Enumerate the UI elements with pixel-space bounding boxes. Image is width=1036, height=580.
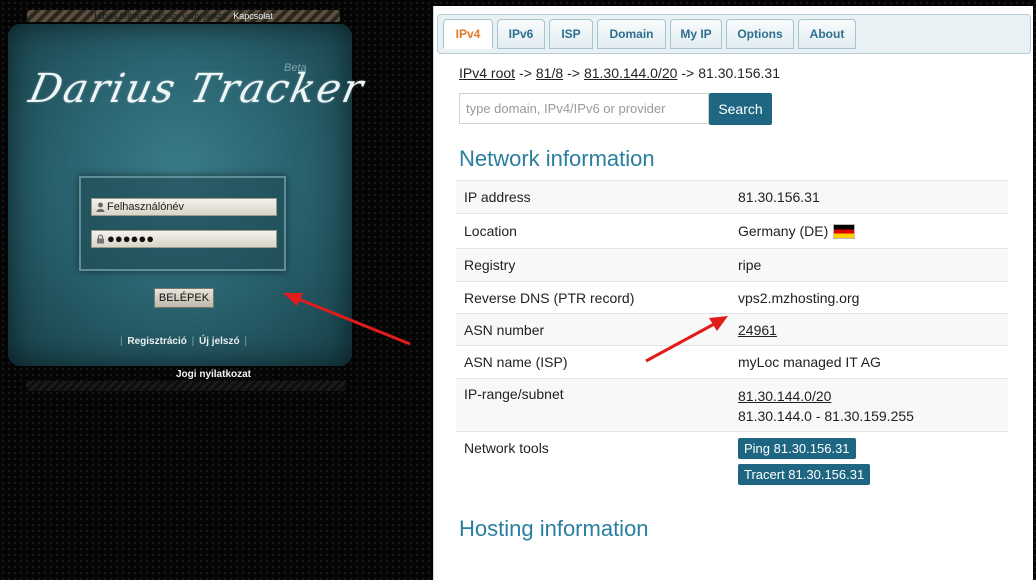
tab-ipv6[interactable]: IPv6 — [497, 19, 545, 49]
contact-link[interactable]: Kapcsolat — [233, 11, 273, 21]
breadcrumb-subnet[interactable]: 81.30.144.0/20 — [584, 65, 677, 81]
tracert-button[interactable]: Tracert 81.30.156.31 — [738, 464, 871, 485]
network-info-table: IP address 81.30.156.31 Location Germany… — [456, 180, 1008, 494]
login-top-strip: Hibás felhasználónév vagy jelszó Kapcsol… — [27, 10, 340, 22]
register-link[interactable]: Regisztráció — [127, 336, 186, 347]
table-row: Network tools Ping 81.30.156.31 Tracert … — [456, 431, 1008, 494]
user-icon — [95, 202, 105, 213]
breadcrumb-ipv4-root[interactable]: IPv4 root — [459, 65, 515, 81]
login-button[interactable]: BELÉPEK — [154, 288, 214, 308]
table-row: Location Germany (DE) — [456, 213, 1008, 249]
row-label: Reverse DNS (PTR record) — [456, 281, 730, 314]
tab-ipv4[interactable]: IPv4 — [443, 19, 493, 49]
table-row: IP-range/subnet 81.30.144.0/20 81.30.144… — [456, 378, 1008, 432]
new-password-link[interactable]: Új jelszó — [199, 336, 240, 347]
tab-about[interactable]: About — [798, 19, 856, 49]
row-label: Registry — [456, 248, 730, 282]
password-input[interactable]: ●●●●●● — [107, 232, 154, 246]
login-form: ●●●●●● — [79, 176, 286, 271]
table-row: Reverse DNS (PTR record) vps2.mzhosting.… — [456, 281, 1008, 314]
subnet-link[interactable]: 81.30.144.0/20 — [738, 388, 831, 404]
table-row: ASN name (ISP) myLoc managed IT AG — [456, 345, 1008, 379]
tab-options[interactable]: Options — [726, 19, 794, 49]
hosting-text-cutoff — [459, 551, 1019, 565]
tab-domain[interactable]: Domain — [597, 19, 666, 49]
search-button[interactable]: Search — [709, 93, 772, 125]
hosting-information-title: Hosting information — [459, 516, 649, 541]
login-panel: Hibás felhasználónév vagy jelszó Kapcsol… — [0, 0, 369, 395]
darius-tracker-logo: Darius Tracker — [25, 66, 369, 112]
breadcrumb-arrow: -> — [519, 65, 532, 81]
tab-bar: IPv4 IPv6 ISP Domain My IP Options About — [437, 14, 1031, 54]
search-input[interactable] — [459, 93, 709, 124]
breadcrumb-81-8[interactable]: 81/8 — [536, 65, 563, 81]
username-input[interactable] — [107, 201, 267, 213]
row-label: ASN number — [456, 313, 730, 346]
asn-number-link[interactable]: 24961 — [738, 322, 777, 338]
ping-button[interactable]: Ping 81.30.156.31 — [738, 438, 856, 459]
breadcrumb: IPv4 root -> 81/8 -> 81.30.144.0/20 -> 81.30.1… — [459, 65, 780, 81]
beta-badge: Beta — [284, 62, 307, 74]
registry-value: ripe — [730, 248, 1008, 282]
username-field-wrapper — [91, 198, 277, 216]
table-row: ASN number 24961 — [456, 313, 1008, 346]
asn-number-cell: 24961 — [730, 313, 1008, 346]
ip-range-cell: 81.30.144.0/20 81.30.144.0 - 81.30.159.2… — [730, 378, 1008, 432]
password-field-wrapper[interactable]: ●●●●●● — [91, 230, 277, 248]
login-bottom-strip — [26, 381, 346, 391]
register-links: | Regisztráció | Új jelszó | — [118, 336, 248, 347]
divider: | — [244, 336, 247, 347]
ip-address-value: 81.30.156.31 — [730, 180, 1008, 214]
ip-range-value: 81.30.144.0 - 81.30.159.255 — [738, 408, 914, 424]
breadcrumb-current: 81.30.156.31 — [698, 65, 780, 81]
table-row: Registry ripe — [456, 248, 1008, 282]
asn-name-value: myLoc managed IT AG — [730, 345, 1008, 379]
legal-notice-link[interactable]: Jogi nyilatkozat — [176, 369, 251, 380]
ip-info-page: IPv4 IPv6 ISP Domain My IP Options About… — [433, 6, 1033, 580]
row-label: IP-range/subnet — [456, 378, 730, 432]
breadcrumb-arrow: -> — [681, 65, 695, 81]
row-label: Location — [456, 213, 730, 249]
row-label: IP address — [456, 180, 730, 214]
divider: | — [120, 336, 123, 347]
login-error-hint: Hibás felhasználónév vagy jelszó — [94, 11, 227, 21]
tab-my-ip[interactable]: My IP — [670, 19, 722, 49]
divider: | — [191, 336, 195, 347]
row-label: ASN name (ISP) — [456, 345, 730, 379]
row-label: Network tools — [456, 431, 730, 494]
network-information-title: Network information — [459, 146, 655, 171]
lock-icon — [95, 234, 105, 245]
table-row: IP address 81.30.156.31 — [456, 180, 1008, 214]
flag-de-icon — [833, 224, 856, 239]
network-tools-cell: Ping 81.30.156.31 Tracert 81.30.156.31 — [730, 431, 1008, 494]
location-value: Germany (DE) — [738, 223, 829, 239]
location-cell: Germany (DE) — [730, 213, 1008, 249]
tab-isp[interactable]: ISP — [549, 19, 593, 49]
reverse-dns-value: vps2.mzhosting.org — [730, 281, 1008, 314]
breadcrumb-arrow: -> — [567, 65, 580, 81]
